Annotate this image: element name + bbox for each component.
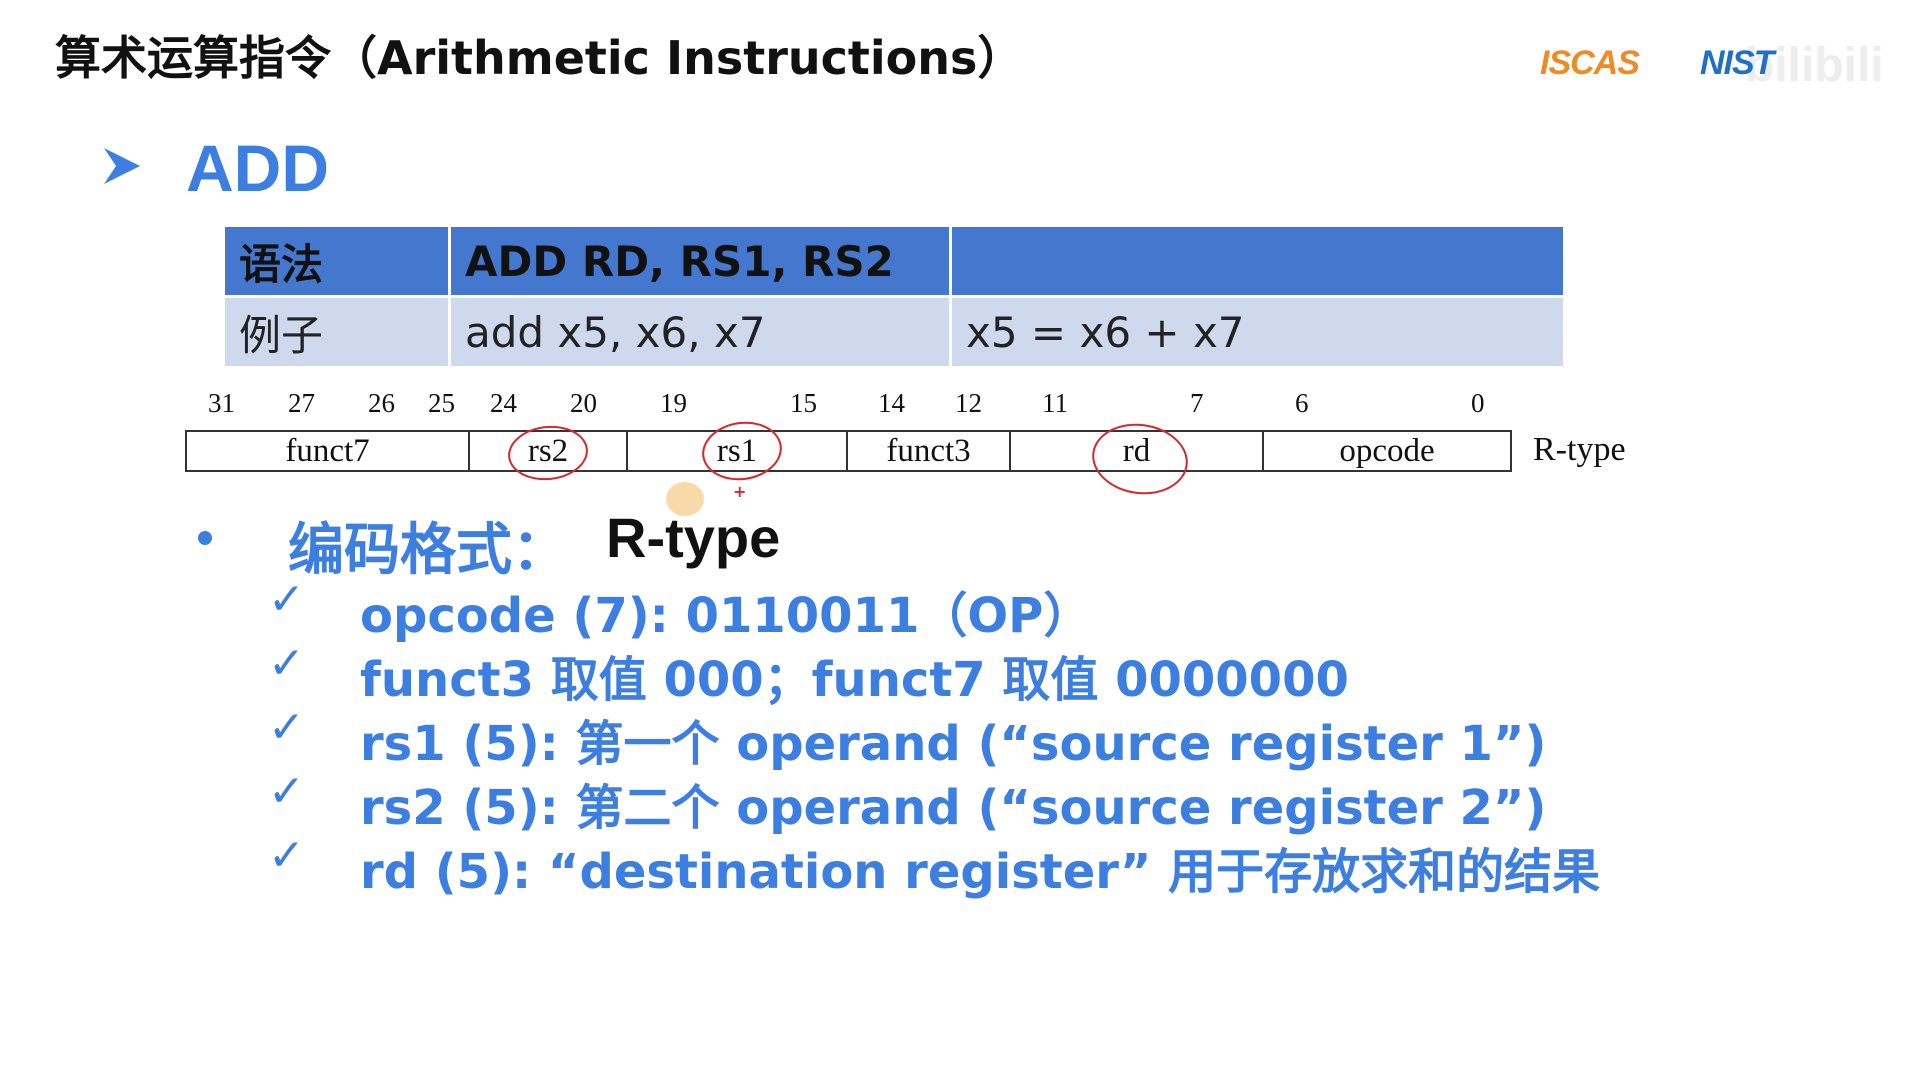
bit-label: 25 (428, 388, 455, 418)
checklist-text: rs2 (5): 第二个 operand (“source register 2… (360, 780, 1547, 836)
bit-label: 12 (955, 388, 982, 418)
bit-label: 31 (208, 388, 235, 418)
bit-label: 14 (878, 388, 905, 418)
bit-label: 15 (790, 388, 817, 418)
example-code: add x5, x6, x7 (448, 295, 952, 369)
checkmark-icon: ✓ (268, 830, 305, 881)
nist-logo: NIST (1700, 44, 1774, 82)
bit-label: 26 (368, 388, 395, 418)
bit-label: 19 (660, 388, 687, 418)
bullet-value: R-type (606, 506, 781, 569)
checklist-text: rd (5): “destination register” 用于存放求和的结果 (360, 844, 1601, 900)
logo-area: bilibili ISCAS NIST (1540, 38, 1900, 108)
section-title: ADD (186, 131, 329, 205)
checklist-text: rs1 (5): 第一个 operand (“source register 1… (360, 716, 1547, 772)
checkmark-icon: ✓ (268, 574, 305, 625)
example-label: 例子 (222, 295, 451, 369)
bit-label: 27 (288, 388, 315, 418)
checkmark-icon: ✓ (268, 638, 305, 689)
checklist-text: funct3 取值 000；funct7 取值 0000000 (360, 652, 1349, 708)
bit-label: 20 (570, 388, 597, 418)
bit-index-row: 31 27 26 25 24 20 19 15 14 12 11 7 6 0 (185, 388, 1515, 428)
example-note: x5 = x6 + x7 (949, 295, 1566, 369)
field-funct7: funct7 (187, 432, 470, 470)
annotation-mark: + (733, 482, 747, 501)
arrow-right-icon (104, 148, 140, 184)
iscas-logo: ISCAS (1540, 44, 1640, 82)
slide-title: 算术运算指令（Arithmetic Instructions） (55, 31, 1024, 85)
syntax-table: 语法 ADD RD, RS1, RS2 例子 add x5, x6, x7 x5… (222, 224, 1566, 369)
format-type-label: R-type (1533, 431, 1626, 468)
instruction-format: funct7 rs2 rs1 funct3 rd opcode (185, 430, 1512, 472)
syntax-code: ADD RD, RS1, RS2 (448, 224, 952, 298)
example-row: 例子 add x5, x6, x7 x5 = x6 + x7 (222, 295, 1566, 369)
bit-label: 7 (1190, 388, 1204, 418)
bit-label: 24 (490, 388, 517, 418)
syntax-note (949, 224, 1566, 298)
bit-label: 6 (1295, 388, 1309, 418)
bit-label: 11 (1042, 388, 1068, 418)
syntax-label: 语法 (222, 224, 451, 298)
bit-label: 0 (1471, 388, 1485, 418)
bullet-label: 编码格式： (288, 518, 568, 583)
checkmark-icon: ✓ (268, 766, 305, 817)
field-funct3: funct3 (848, 432, 1011, 470)
checklist-text: opcode (7): 0110011（OP） (360, 588, 1092, 644)
checkmark-icon: ✓ (268, 702, 305, 753)
field-opcode: opcode (1339, 433, 1435, 469)
bullet-dot-icon (198, 531, 212, 545)
syntax-row: 语法 ADD RD, RS1, RS2 (222, 224, 1566, 298)
